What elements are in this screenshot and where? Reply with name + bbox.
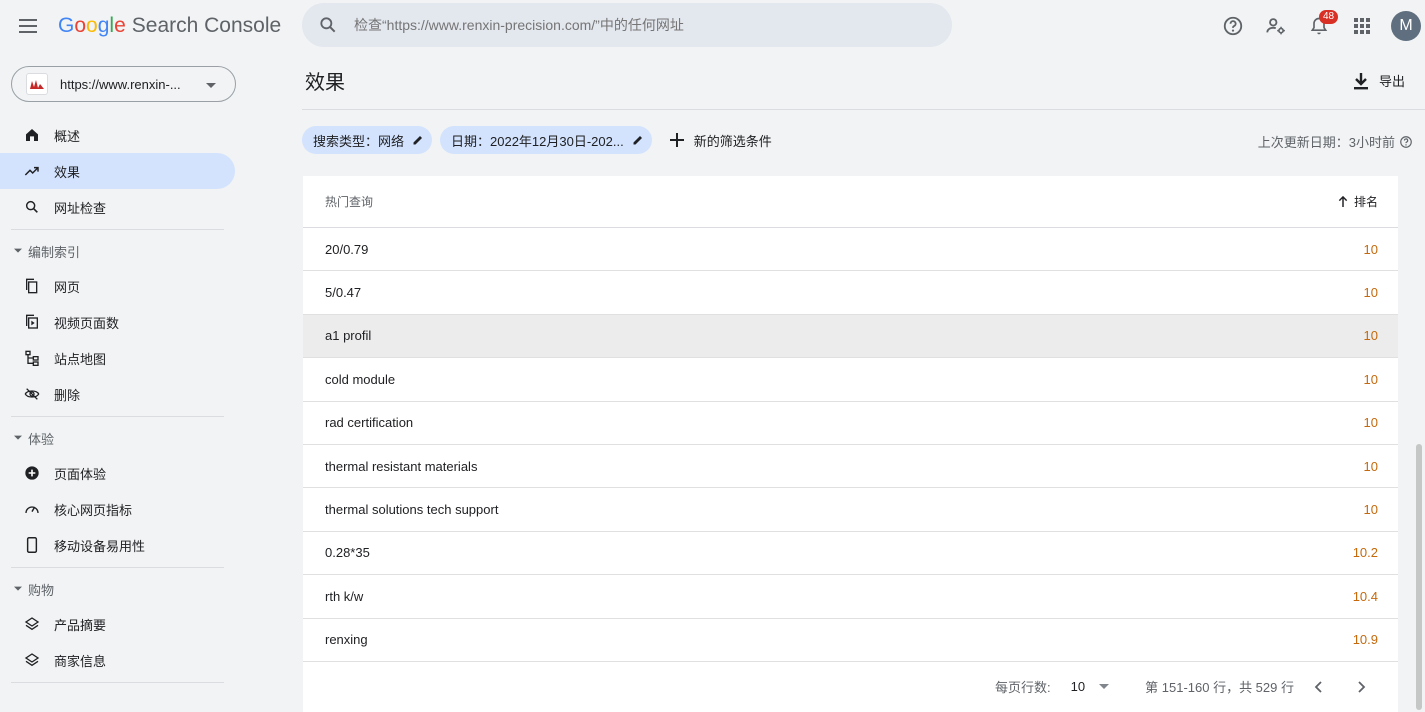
- next-page-button[interactable]: [1342, 667, 1382, 707]
- divider: [11, 229, 224, 230]
- divider: [11, 567, 224, 568]
- export-button[interactable]: 导出: [1353, 71, 1405, 90]
- search-type-filter-chip[interactable]: 搜索类型：网络: [302, 126, 433, 154]
- manage-accounts-icon: [1265, 18, 1285, 35]
- url-inspection-search[interactable]: [302, 3, 952, 47]
- main-menu-button[interactable]: [0, 0, 58, 52]
- home-icon: [22, 125, 42, 145]
- chevron-left-icon: [1314, 681, 1322, 693]
- notification-badge: 48: [1319, 10, 1339, 24]
- sidebar-item-removals[interactable]: 删除: [0, 376, 235, 412]
- column-header-query[interactable]: 热门查询: [325, 193, 1338, 210]
- filter-bar: 搜索类型：网络 日期：2022年12月30日-202... 新的筛选条件 上次更…: [302, 110, 1425, 170]
- title-bar: 效果 导出: [302, 52, 1425, 110]
- sidebar-item-url-inspection[interactable]: 网址检查: [0, 189, 235, 225]
- property-selector[interactable]: https://www.renxin-...: [11, 66, 236, 102]
- property-favicon: [26, 73, 48, 95]
- rows-per-page-label: 每页行数:: [995, 680, 1051, 696]
- divider: [11, 416, 224, 417]
- dropdown-arrow-icon[interactable]: [1099, 683, 1110, 690]
- sidebar-item-video-pages[interactable]: 视频页面数: [0, 304, 235, 340]
- layers-icon: [22, 614, 42, 634]
- product-name: Search Console: [131, 14, 282, 37]
- table-row[interactable]: thermal solutions tech support 10: [303, 488, 1398, 532]
- table-row[interactable]: cold module 10: [303, 358, 1398, 402]
- edit-pencil-icon: [632, 134, 644, 146]
- table-row[interactable]: rad certification 10: [303, 402, 1398, 445]
- edit-pencil-icon: [412, 134, 424, 146]
- section-experience[interactable]: 体验: [0, 421, 302, 455]
- pages-icon: [22, 276, 42, 296]
- chevron-right-icon: [1358, 681, 1366, 693]
- table-row[interactable]: 20/0.79 10: [303, 228, 1398, 272]
- sidebar-item-pages[interactable]: 网页: [0, 268, 235, 304]
- sidebar-item-overview[interactable]: 概述: [0, 117, 235, 153]
- visibility-off-icon: [22, 384, 42, 404]
- table-row[interactable]: 5/0.47 10: [303, 271, 1398, 315]
- search-icon: [302, 15, 354, 35]
- sidebar: https://www.renxin-... 概述 效果 网址检查 编制索引 网…: [0, 52, 302, 712]
- add-circle-icon: [22, 463, 42, 483]
- previous-page-button[interactable]: [1298, 667, 1338, 707]
- account-avatar[interactable]: M: [1391, 11, 1421, 41]
- queries-table-card: 热门查询 排名 20/0.79 10 5/0.47 10 a1 profil 10 c…: [303, 176, 1398, 712]
- collapse-arrow-icon: [14, 586, 22, 591]
- page-range: 第 151-160 行，共 529 行: [1145, 680, 1294, 696]
- hamburger-icon: [19, 19, 37, 33]
- sidebar-item-sitemaps[interactable]: 站点地图: [0, 340, 235, 376]
- top-bar: Google Search Console 48 M: [0, 0, 1425, 52]
- layers-icon: [22, 650, 42, 670]
- property-url: https://www.renxin-...: [60, 76, 181, 92]
- sidebar-item-core-web-vitals[interactable]: 核心网页指标: [0, 491, 235, 527]
- main-content: 效果 导出 搜索类型：网络 日期：2022年12月30日-202... 新的筛选…: [302, 52, 1425, 712]
- divider: [11, 682, 224, 683]
- sidebar-item-page-experience[interactable]: 页面体验: [0, 455, 235, 491]
- sidebar-nav: 概述 效果 网址检查 编制索引 网页 视频页面数 站点地图 删除 体验 页面体验…: [0, 117, 302, 687]
- page-scrollbar[interactable]: [1416, 444, 1422, 710]
- table-row[interactable]: thermal resistant materials 10: [303, 445, 1398, 489]
- table-row[interactable]: a1 profil 10: [303, 314, 1398, 359]
- rows-per-page-select[interactable]: 10: [1071, 679, 1085, 694]
- table-row[interactable]: 0.28*35 10.2: [303, 532, 1398, 576]
- sidebar-item-product-snippets[interactable]: 产品摘要: [0, 606, 235, 642]
- last-updated: 上次更新日期：3小时前: [1258, 132, 1413, 151]
- add-filter-button[interactable]: 新的筛选条件: [669, 131, 772, 150]
- table-row[interactable]: renxing 10.9: [303, 619, 1398, 662]
- pagination: 每页行数: 10 第 151-160 行，共 529 行: [303, 662, 1398, 712]
- search-input[interactable]: [354, 17, 914, 33]
- trending-up-icon: [22, 161, 42, 181]
- sitemap-icon: [22, 348, 42, 368]
- search-icon: [22, 197, 42, 217]
- apps-grid-icon: [1353, 18, 1370, 34]
- plus-icon: [669, 133, 684, 147]
- section-shopping[interactable]: 购物: [0, 572, 302, 606]
- help-icon: [1223, 16, 1242, 36]
- sidebar-item-performance[interactable]: 效果: [0, 153, 235, 189]
- google-search-console-logo[interactable]: Google Search Console: [58, 14, 302, 38]
- download-icon: [1353, 72, 1368, 89]
- sidebar-item-mobile-usability[interactable]: 移动设备易用性: [0, 527, 235, 563]
- speed-gauge-icon: [22, 499, 42, 519]
- user-settings-button[interactable]: [1254, 4, 1297, 48]
- collapse-arrow-icon: [14, 248, 22, 253]
- section-indexing[interactable]: 编制索引: [0, 234, 302, 268]
- column-header-position[interactable]: 排名: [1338, 193, 1378, 210]
- help-outline-icon[interactable]: [1399, 135, 1413, 149]
- sidebar-item-merchant-listings[interactable]: 商家信息: [0, 642, 235, 678]
- table-row[interactable]: rth k/w 10.4: [303, 575, 1398, 619]
- collapse-arrow-icon: [14, 435, 22, 440]
- dropdown-arrow-icon: [206, 77, 216, 92]
- page-title: 效果: [305, 72, 345, 94]
- video-pages-icon: [22, 312, 42, 332]
- notifications-button[interactable]: 48: [1297, 4, 1340, 48]
- sort-arrow-up-icon: [1338, 196, 1348, 207]
- date-filter-chip[interactable]: 日期：2022年12月30日-202...: [440, 126, 652, 154]
- help-button[interactable]: [1211, 4, 1254, 48]
- apps-button[interactable]: [1340, 4, 1383, 48]
- smartphone-icon: [22, 535, 42, 555]
- table-header: 热门查询 排名: [303, 176, 1398, 228]
